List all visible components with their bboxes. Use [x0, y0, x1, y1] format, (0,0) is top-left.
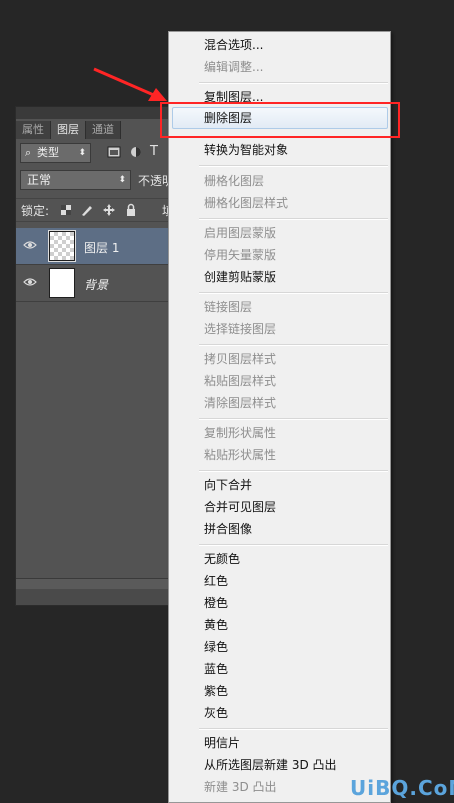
menu-item-rasterize-layer-style: 栅格化图层样式 [204, 196, 289, 210]
menu-item-enable-layer-mask: 启用图层蒙版 [204, 226, 277, 240]
panel-tabs: 属性 图层 通道 [16, 121, 121, 139]
menu-item-convert-smart-object[interactable]: 转换为智能对象 [204, 139, 288, 161]
menu-separator [199, 218, 388, 220]
lock-label: 锁定: [21, 204, 50, 218]
eye-icon[interactable] [23, 277, 37, 287]
menu-item-merge-down[interactable]: 向下合并 [204, 474, 252, 496]
tab-properties[interactable]: 属性 [16, 121, 51, 139]
layer-name[interactable]: 图层 1 [84, 239, 119, 256]
menu-item-color-gray[interactable]: 灰色 [204, 702, 228, 724]
chevron-updown-icon: ⬍ [78, 148, 86, 158]
menu-separator [199, 728, 388, 730]
menu-item-flatten-image[interactable]: 拼合图像 [204, 518, 252, 540]
menu-item-rasterize-layer: 栅格化图层 [204, 174, 265, 188]
menu-item-blending-options[interactable]: 混合选项... [204, 34, 263, 56]
eye-icon[interactable] [23, 240, 37, 250]
menu-item-new-3d-extrusion-from-selected[interactable]: 从所选图层新建 3D 凸出 [204, 754, 337, 776]
menu-item-link-layers: 链接图层 [204, 300, 253, 314]
blend-mode-select[interactable]: 正常 ⬍ [20, 170, 131, 190]
layer-thumbnail [49, 268, 75, 298]
menu-item-copy-shape-attributes: 复制形状属性 [204, 426, 277, 440]
menu-item-clear-layer-style: 清除图层样式 [204, 396, 277, 410]
layer-filter-select[interactable]: ⌕ 类型 ⬍ [20, 143, 91, 163]
menu-item-create-clipping-mask[interactable]: 创建剪贴蒙版 [204, 266, 276, 288]
search-icon: ⌕ [25, 146, 32, 159]
lock-transparent-icon[interactable] [59, 203, 73, 217]
menu-item-color-orange[interactable]: 橙色 [204, 592, 228, 614]
menu-item-color-yellow[interactable]: 黄色 [204, 614, 228, 636]
adjustment-filter-icon[interactable] [129, 145, 143, 159]
menu-separator [199, 82, 388, 84]
menu-item-color-red[interactable]: 红色 [204, 570, 228, 592]
menu-item-merge-visible[interactable]: 合并可见图层 [204, 496, 276, 518]
lock-position-icon[interactable] [102, 203, 116, 217]
menu-separator [199, 544, 388, 546]
lock-image-icon[interactable] [80, 203, 94, 217]
menu-item-paste-shape-attributes: 粘贴形状属性 [204, 448, 277, 462]
menu-item-color-green[interactable]: 绿色 [204, 636, 228, 658]
type-filter-icon[interactable]: T [150, 145, 164, 159]
lock-all-icon[interactable] [124, 203, 138, 217]
menu-item-paste-layer-style: 粘贴图层样式 [204, 374, 277, 388]
tab-layers[interactable]: 图层 [51, 121, 86, 139]
layer-name[interactable]: 背景 [84, 276, 108, 293]
blend-mode-value: 正常 [27, 173, 52, 187]
context-menu: 混合选项... 编辑调整... 复制图层... 删除图层 转换为智能对象 栅格化… [168, 31, 391, 803]
menu-item-select-linked-layers: 选择链接图层 [204, 322, 277, 336]
watermark: UiBQ.CoM [350, 776, 454, 800]
menu-separator [199, 418, 388, 420]
annotation-highlight-box [160, 102, 400, 138]
menu-item-color-none[interactable]: 无颜色 [204, 548, 240, 570]
menu-item-postcard[interactable]: 明信片 [204, 732, 240, 754]
menu-separator [199, 470, 388, 472]
pixel-filter-icon[interactable] [107, 145, 121, 159]
menu-separator [199, 292, 388, 294]
menu-item-color-blue[interactable]: 蓝色 [204, 658, 228, 680]
chevron-updown-icon: ⬍ [118, 175, 126, 185]
menu-item-copy-layer-style: 拷贝图层样式 [204, 352, 277, 366]
menu-item-new-3d-extrusion: 新建 3D 凸出 [204, 780, 277, 794]
tab-channels[interactable]: 通道 [86, 121, 121, 139]
filter-type-label: 类型 [37, 146, 59, 159]
menu-item-disable-vector-mask: 停用矢量蒙版 [204, 248, 277, 262]
menu-separator [199, 344, 388, 346]
menu-item-color-violet[interactable]: 紫色 [204, 680, 228, 702]
layer-thumbnail [48, 230, 76, 262]
menu-item-edit-adjustment: 编辑调整... [204, 60, 264, 74]
menu-separator [199, 165, 388, 167]
